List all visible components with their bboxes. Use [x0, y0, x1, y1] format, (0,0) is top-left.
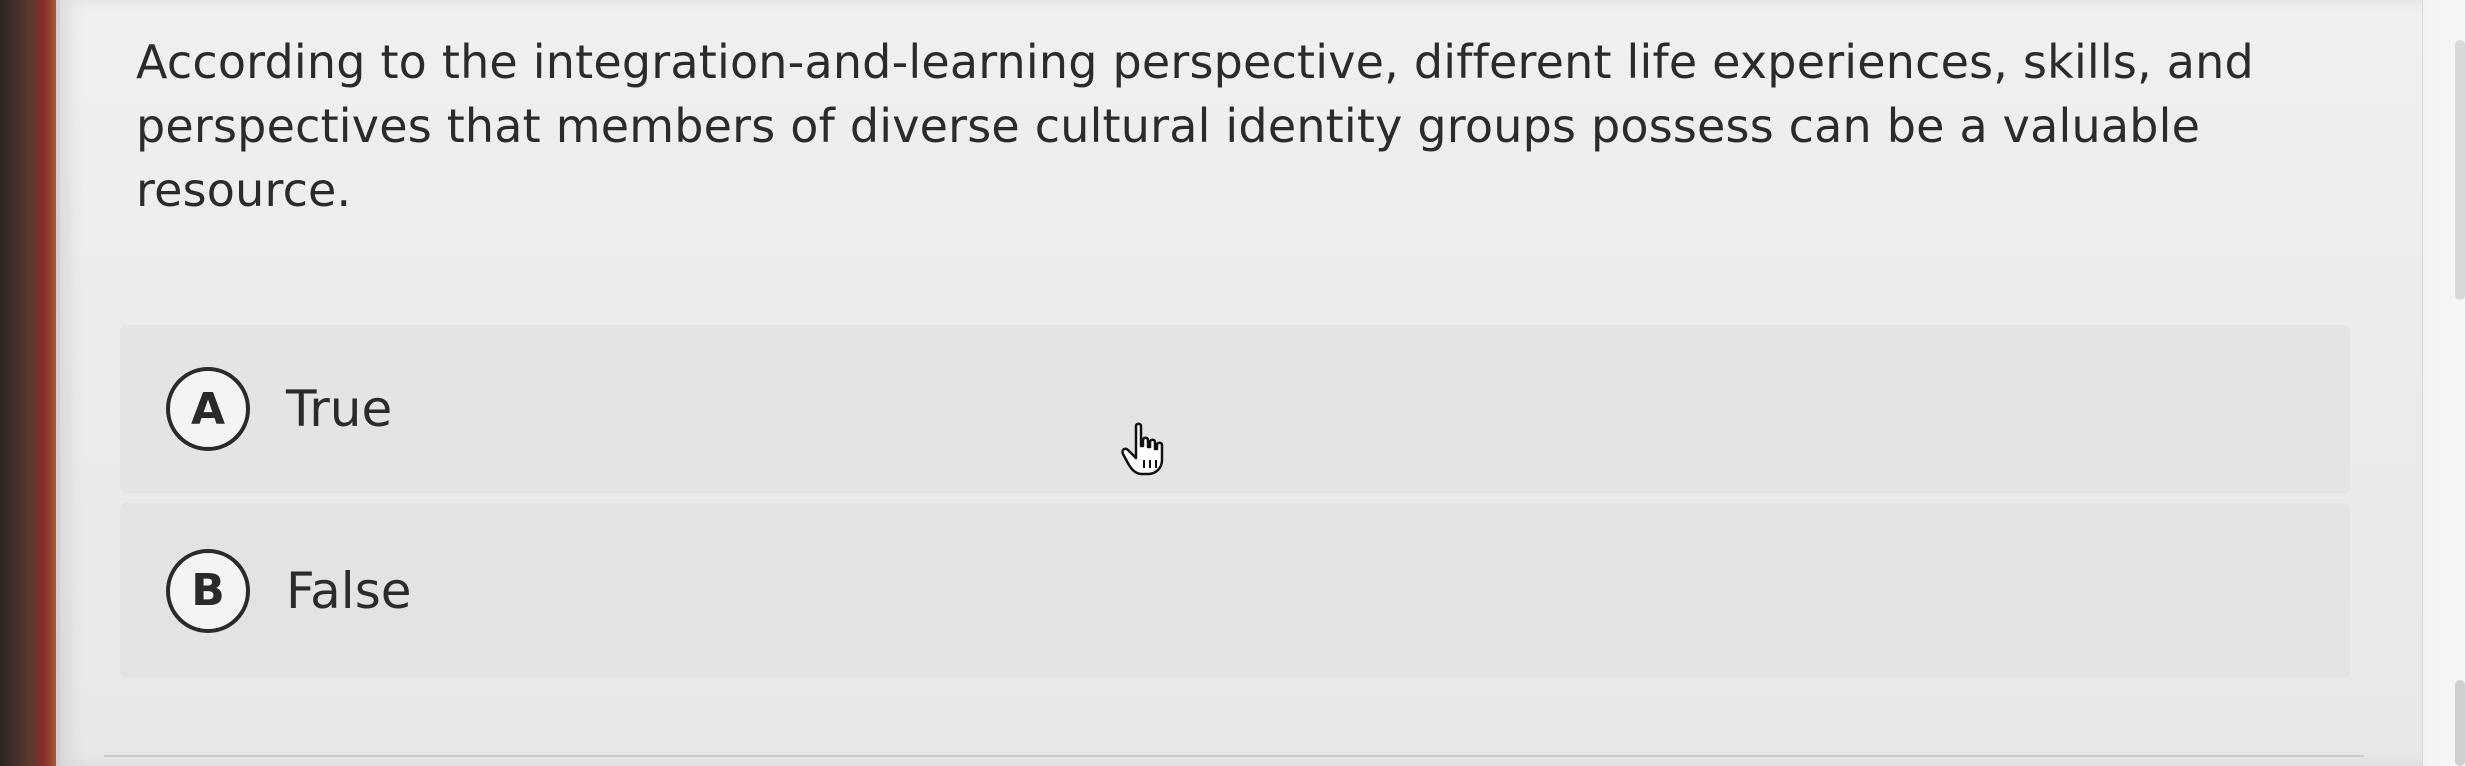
- answer-option-a[interactable]: A True: [120, 325, 2350, 493]
- bottom-divider: [104, 755, 2364, 757]
- question-text: According to the integration-and-learnin…: [136, 35, 2254, 217]
- option-a-letter-badge[interactable]: A: [166, 367, 250, 451]
- option-b-label[interactable]: False: [286, 562, 412, 620]
- scrollbar-thumb-lower[interactable]: [2455, 680, 2465, 766]
- hand-pointer-icon: [1121, 422, 1164, 476]
- scrollbar-track[interactable]: [2422, 0, 2465, 766]
- option-b-letter-badge[interactable]: B: [166, 548, 250, 633]
- option-a-label[interactable]: True: [286, 380, 392, 438]
- answer-option-b[interactable]: B False: [120, 503, 2350, 678]
- scrollbar-thumb[interactable]: [2455, 40, 2465, 300]
